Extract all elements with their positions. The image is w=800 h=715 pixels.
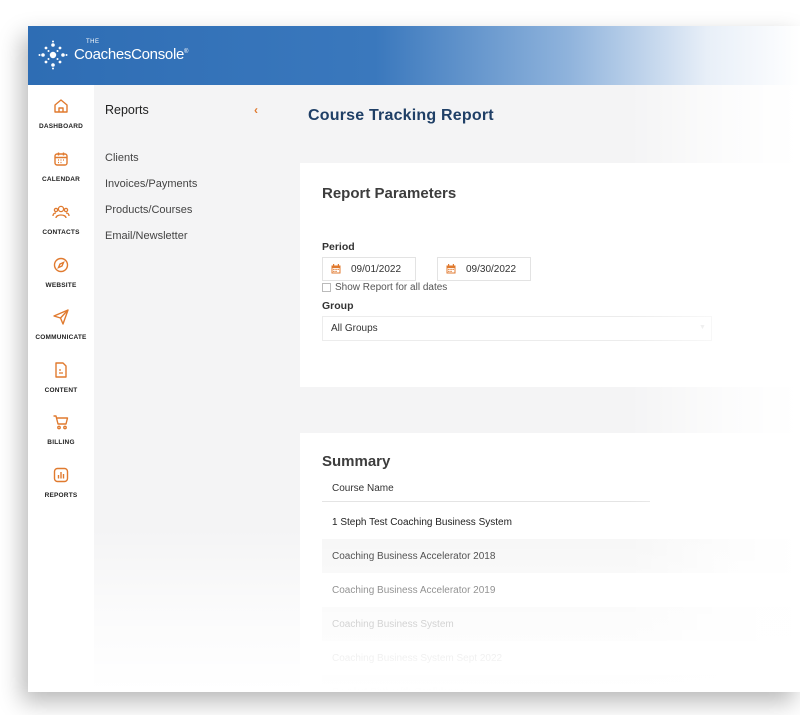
rail-label: CONTENT	[44, 387, 78, 394]
rail-item-calendar[interactable]: CALENDAR	[28, 150, 94, 183]
rail-item-website[interactable]: WEBSITE	[28, 256, 94, 289]
table-row[interactable]: 1 Steph Test Coaching Business System	[322, 505, 800, 539]
home-icon	[54, 99, 68, 113]
table-row[interactable]: Coaching Business System Sept 2022	[322, 641, 800, 675]
table-row[interactable]: Comfort Birth with Confidence	[322, 675, 800, 692]
calendar-icon	[331, 264, 341, 274]
document-icon	[55, 362, 67, 378]
subnav-link-email-newsletter[interactable]: Email/Newsletter	[105, 230, 188, 242]
table-row[interactable]: Coaching Business Accelerator 2019	[322, 573, 800, 607]
show-all-dates-row: Show Report for all dates	[322, 282, 447, 293]
group-select[interactable]: All Groups ▼	[322, 316, 712, 341]
show-all-dates-checkbox[interactable]	[322, 283, 331, 292]
rail-item-reports[interactable]: REPORTS	[28, 466, 94, 499]
start-date-input[interactable]: 09/01/2022	[322, 257, 416, 281]
rail-item-dashboard[interactable]: DASHBOARD	[28, 97, 94, 130]
table-row[interactable]: Coaching Business System	[322, 607, 800, 641]
rail-label: COMMUNICATE	[35, 334, 87, 341]
calendar-icon	[54, 152, 68, 166]
brand-name-text: CoachesConsole	[74, 46, 185, 63]
subnav-title: Reports	[105, 103, 149, 117]
rail-label: BILLING	[47, 439, 75, 446]
icon-rail: DASHBOARD CALENDAR CONTACTS WEBSITE COMM…	[28, 85, 94, 692]
group-label: Group	[322, 300, 354, 312]
brand-name: CoachesConsole®	[74, 46, 188, 63]
end-date-value: 09/30/2022	[466, 263, 517, 275]
calendar-icon	[446, 264, 456, 274]
brand-the: THE	[86, 39, 100, 45]
end-date-input[interactable]: 09/30/2022	[437, 257, 531, 281]
rail-label: CALENDAR	[41, 176, 81, 183]
reports-subnav: Reports ‹ Clients Invoices/Payments Prod…	[94, 85, 280, 692]
table-row[interactable]: Coaching Business Accelerator 2018	[322, 539, 800, 573]
rail-label: CONTACTS	[42, 229, 80, 236]
page-title: Course Tracking Report	[308, 107, 494, 124]
period-label: Period	[322, 241, 355, 253]
summary-title: Summary	[322, 453, 391, 470]
subnav-link-products-courses[interactable]: Products/Courses	[105, 204, 192, 216]
summary-card: Summary Course Name 1 Steph Test Coachin…	[300, 433, 800, 692]
report-parameters-title: Report Parameters	[322, 185, 457, 202]
rail-item-communicate[interactable]: COMMUNICATE	[28, 308, 94, 341]
main-content: Course Tracking Report Report Parameters…	[280, 85, 800, 692]
logo-burst-icon	[38, 40, 68, 70]
group-select-value: All Groups	[331, 323, 378, 334]
brand-reg: ®	[184, 49, 189, 55]
app-window: THE CoachesConsole® DASHBOARD CALENDAR C…	[28, 26, 800, 692]
rail-label: DASHBOARD	[38, 123, 84, 130]
collapse-chevron-icon[interactable]: ‹	[254, 103, 258, 117]
compass-icon	[53, 257, 69, 273]
show-all-dates-label[interactable]: Show Report for all dates	[335, 282, 447, 293]
rail-item-billing[interactable]: BILLING	[28, 413, 94, 446]
chevron-down-icon: ▼	[699, 324, 706, 331]
top-bar: THE CoachesConsole®	[28, 26, 800, 85]
rail-item-contacts[interactable]: CONTACTS	[28, 203, 94, 236]
report-parameters-card: Report Parameters Period 09/01/2022 09/3…	[300, 163, 800, 387]
start-date-value: 09/01/2022	[351, 263, 402, 275]
rail-item-content[interactable]: CONTENT	[28, 361, 94, 394]
bar-chart-icon	[53, 467, 69, 483]
rail-label: REPORTS	[44, 492, 78, 499]
column-header-course-name[interactable]: Course Name	[322, 480, 650, 502]
cart-icon	[53, 415, 69, 430]
rail-label: WEBSITE	[45, 282, 77, 289]
send-icon	[53, 309, 69, 325]
brand-logo[interactable]: THE CoachesConsole®	[38, 39, 188, 70]
users-icon	[52, 205, 70, 219]
subnav-link-invoices-payments[interactable]: Invoices/Payments	[105, 178, 197, 190]
brand-wordmark: THE CoachesConsole®	[74, 39, 188, 64]
subnav-link-clients[interactable]: Clients	[105, 152, 139, 164]
